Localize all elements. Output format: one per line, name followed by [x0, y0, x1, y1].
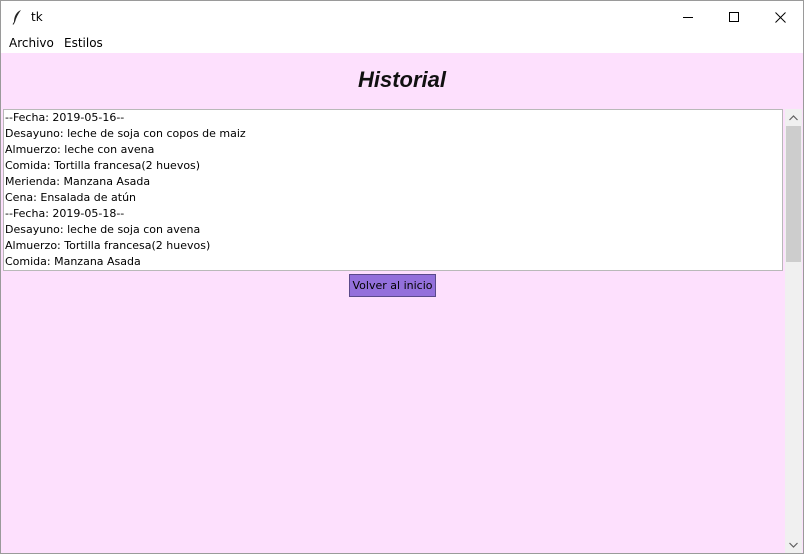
maximize-button[interactable]: [711, 1, 757, 33]
history-line: Comida: Tortilla francesa(2 huevos): [5, 159, 201, 172]
window-title: tk: [31, 10, 43, 24]
history-line: Almuerzo: leche con avena: [5, 143, 155, 156]
main-content: Historial --Fecha: 2019-05-16-- Desayuno…: [1, 53, 803, 553]
chevron-up-icon: [789, 114, 798, 120]
close-button[interactable]: [757, 1, 803, 33]
back-to-home-button[interactable]: Volver al inicio: [349, 274, 436, 297]
menu-estilos[interactable]: Estilos: [64, 36, 103, 50]
vertical-scrollbar[interactable]: [785, 109, 802, 553]
menu-bar: Archivo Estilos: [1, 33, 803, 53]
app-window: tk Archivo Estilos Historial --Fecha: 20…: [0, 0, 804, 554]
title-bar[interactable]: tk: [1, 1, 803, 33]
close-icon: [774, 11, 786, 23]
menu-archivo[interactable]: Archivo: [9, 36, 54, 50]
history-line: --Fecha: 2019-05-16--: [5, 111, 125, 124]
scroll-up-button[interactable]: [785, 109, 802, 126]
page-title: Historial: [357, 67, 447, 92]
history-line: Desayuno: leche de soja con copos de mai…: [5, 127, 246, 140]
history-line: Desayuno: leche de soja con avena: [5, 223, 201, 236]
maximize-icon: [729, 12, 739, 22]
scroll-thumb[interactable]: [786, 126, 801, 262]
minimize-button[interactable]: [665, 1, 711, 33]
minimize-icon: [683, 17, 693, 18]
chevron-down-icon: [789, 542, 798, 548]
history-line: Cena: Ensalada de atún: [5, 191, 137, 204]
feather-icon: [11, 9, 23, 25]
history-line: Merienda: Manzana Asada: [5, 175, 151, 188]
history-line: --Fecha: 2019-05-18--: [5, 207, 125, 220]
history-line: Almuerzo: Tortilla francesa(2 huevos): [5, 239, 211, 252]
scroll-down-button[interactable]: [785, 536, 802, 553]
history-textbox[interactable]: --Fecha: 2019-05-16-- Desayuno: leche de…: [3, 109, 783, 271]
history-line: Comida: Manzana Asada: [5, 255, 141, 268]
